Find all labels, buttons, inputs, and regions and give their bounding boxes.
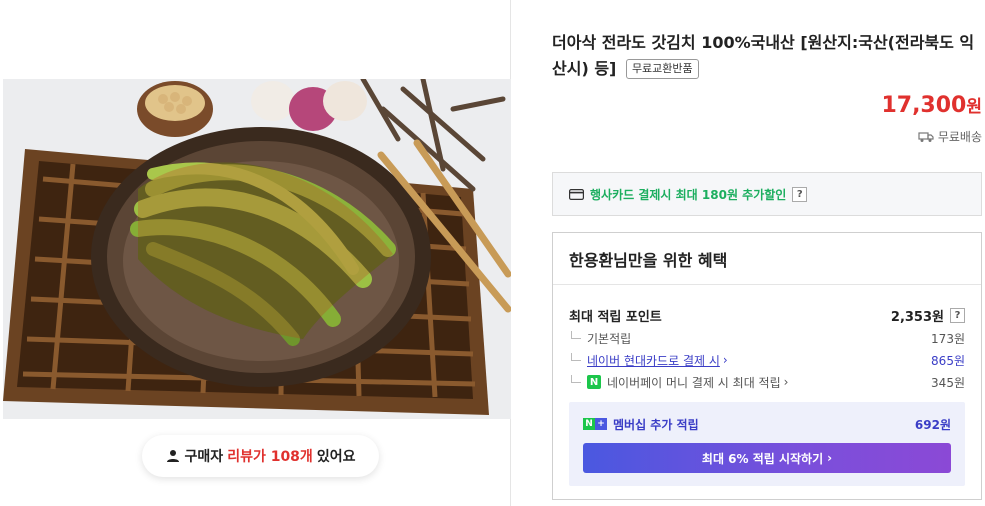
points-row-value: 173원	[931, 332, 965, 346]
points-row-npay-money[interactable]: N 네이버페이 머니 결제 시 최대 적립 › 345원	[569, 371, 965, 393]
points-row-value: 345원	[931, 376, 965, 390]
shipping-info: 무료배송	[918, 128, 982, 145]
shipping-label: 무료배송	[937, 130, 982, 144]
product-info-panel: 더아삭 전라도 갓김치 100%국내산 [원산지:국산(전라북도 익산시) 등]…	[552, 0, 982, 506]
points-row-basic: 기본적립 173원	[569, 327, 965, 349]
points-list: 최대 적립 포인트 2,353원 ? 기본적립 173원 네이버 현대카드로 결…	[569, 303, 965, 393]
card-promo-text: 행사카드 결제시 최대 180원 추가할인	[590, 187, 787, 202]
help-icon[interactable]: ?	[950, 308, 965, 323]
tree-branch	[571, 331, 581, 339]
membership-row: N + 멤버십 추가 적립 692원	[583, 414, 951, 434]
points-row-link[interactable]: 네이버 현대카드로 결제 시	[587, 352, 720, 369]
max-points-value-wrap: 2,353원 ?	[891, 306, 965, 325]
credit-card-icon	[569, 188, 584, 200]
truck-icon	[918, 131, 934, 142]
chevron-right-icon: ›	[783, 375, 789, 389]
price-value: 17,300	[881, 93, 967, 118]
product-price: 17,300원	[881, 92, 982, 118]
review-count-button[interactable]: 구매자 리뷰가 108개 있어요	[142, 435, 379, 477]
benefit-box: 한용환님만을 위한 혜택 최대 적립 포인트 2,353원 ? 기본적립 173…	[552, 232, 982, 500]
membership-start-button[interactable]: 최대 6% 적립 시작하기 ›	[583, 443, 951, 473]
cta-label: 최대 6% 적립 시작하기	[701, 451, 824, 466]
card-discount-promo[interactable]: 행사카드 결제시 최대 180원 추가할인 ?	[552, 172, 982, 216]
naver-plus-icon: N +	[583, 418, 607, 430]
chevron-right-icon: ›	[827, 451, 833, 465]
free-return-badge: 무료교환반품	[625, 59, 699, 79]
max-points-value: 2,353원	[890, 310, 944, 325]
max-points-label: 최대 적립 포인트	[569, 309, 662, 325]
product-image-panel: 구매자 리뷰가 108개 있어요	[3, 0, 511, 506]
review-count: 리뷰가 108개	[227, 449, 313, 465]
npay-icon: N	[587, 375, 601, 389]
chevron-right-icon: ›	[722, 353, 728, 367]
tree-branch	[571, 375, 581, 383]
price-unit: 원	[966, 97, 982, 117]
points-row-hyundai-card[interactable]: 네이버 현대카드로 결제 시 › 865원	[569, 349, 965, 371]
max-points-row: 최대 적립 포인트 2,353원 ?	[569, 303, 965, 327]
kimchi-photo	[3, 79, 511, 419]
membership-panel: N + 멤버십 추가 적립 692원 최대 6% 적립 시작하기 ›	[569, 402, 965, 486]
points-row-link[interactable]: 네이버페이 머니 결제 시 최대 적립	[607, 374, 781, 391]
product-image[interactable]	[3, 79, 511, 419]
points-row-label: 기본적립	[587, 331, 632, 346]
benefit-heading: 한용환님만을 위한 혜택	[553, 233, 981, 285]
product-title-block: 더아삭 전라도 갓김치 100%국내산 [원산지:국산(전라북도 익산시) 등]…	[552, 30, 982, 82]
membership-value: 692원	[914, 417, 951, 432]
tree-branch	[571, 353, 581, 361]
help-icon[interactable]: ?	[792, 186, 808, 202]
membership-label: 멤버십 추가 적립	[613, 417, 699, 432]
review-prefix: 구매자	[184, 449, 224, 465]
product-title: 더아삭 전라도 갓김치 100%국내산 [원산지:국산(전라북도 익산시) 등]	[552, 33, 975, 78]
points-row-value: 865원	[931, 354, 965, 368]
review-suffix: 있어요	[316, 449, 356, 465]
person-icon	[166, 450, 179, 462]
